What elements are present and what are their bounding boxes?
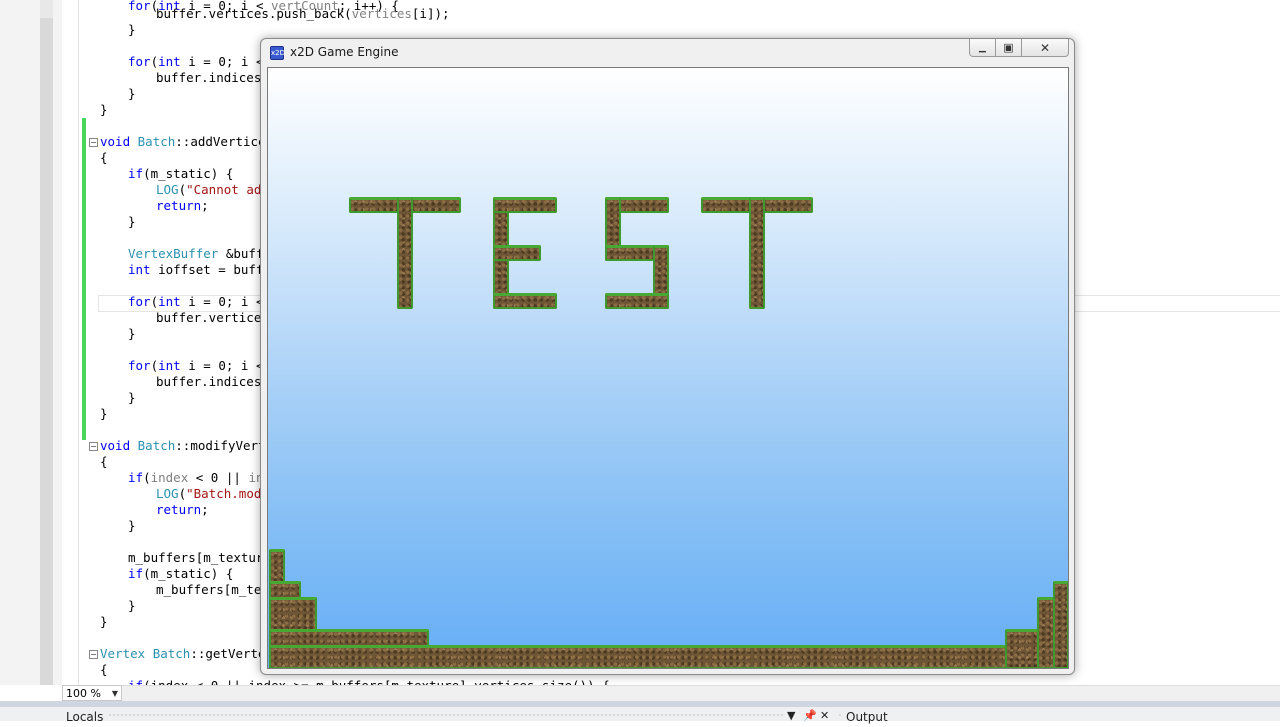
output-panel-title[interactable]: Output [846, 707, 888, 727]
code-line: { [100, 662, 108, 677]
letter-e-bottom [493, 293, 557, 309]
app-icon: x2D [270, 46, 285, 60]
code-line: return; [156, 198, 209, 213]
code-line: for(int i = 0; i < [128, 358, 271, 373]
code-line: buffer.indices. [156, 70, 269, 85]
vertical-scrollbar-track[interactable] [40, 0, 53, 18]
code-line: } [128, 390, 136, 405]
code-line: void Batch::modifyVerte [100, 438, 274, 453]
code-line: VertexBuffer &buffe [128, 246, 271, 261]
code-line: int ioffset = buffe [128, 262, 271, 277]
code-line: } [128, 86, 136, 101]
code-line: buffer.vertices [156, 310, 269, 325]
vertical-scrollbar-thumb[interactable] [40, 18, 53, 685]
code-line: LOG("Cannot add [156, 182, 269, 197]
minimize-icon: ▁ [979, 42, 986, 53]
code-line: { [100, 150, 108, 165]
letter-e-top [493, 197, 557, 213]
letter-t2-stem [749, 197, 765, 309]
close-button[interactable]: ✕ [1022, 39, 1069, 57]
locals-panel-title[interactable]: Locals [66, 707, 103, 727]
horizontal-scrollbar[interactable] [122, 685, 1280, 702]
code-line: } [100, 614, 108, 629]
code-line: } [100, 102, 108, 117]
code-line: if(index < 0 || ind [128, 470, 271, 485]
code-line: Vertex Batch::getVertex [100, 646, 274, 661]
game-window[interactable]: x2D x2D Game Engine ▁ ▣ ✕ [260, 38, 1075, 675]
letter-t-stem [397, 197, 413, 309]
code-line: buffer.vertices.push_back(vertices[i]); [156, 6, 450, 21]
collapse-icon[interactable]: − [89, 442, 98, 451]
minimize-button[interactable]: ▁ [969, 39, 996, 57]
code-line: m_buffers[m_texture [128, 550, 271, 565]
maximize-button[interactable]: ▣ [996, 39, 1022, 57]
collapse-icon[interactable]: − [89, 138, 98, 147]
zoom-dropdown[interactable]: 100 % ▼ [62, 685, 122, 701]
code-line: for(int i = 0; i < [128, 294, 271, 309]
close-icon[interactable]: ✕ [820, 709, 829, 722]
dropdown-icon[interactable]: ▼ [787, 709, 795, 722]
chevron-down-icon: ▼ [111, 689, 118, 698]
caption-buttons: ▁ ▣ ✕ [969, 39, 1069, 59]
code-line: { [100, 454, 108, 469]
maximize-icon: ▣ [1003, 41, 1014, 54]
code-line: LOG("Batch.modi [156, 486, 269, 501]
letter-s-bottom [605, 293, 669, 309]
change-indicator [82, 432, 86, 440]
code-line: } [128, 326, 136, 341]
terrain-right-2 [1053, 581, 1068, 668]
change-indicator [82, 118, 86, 440]
code-line: } [128, 22, 136, 37]
zoom-level: 100 % [66, 687, 101, 700]
code-line: if(m_static) { [128, 166, 234, 181]
game-viewport[interactable] [267, 67, 1069, 669]
code-line: } [128, 518, 136, 533]
terrain-floor [269, 645, 1068, 668]
code-line: buffer.indices. [156, 374, 269, 389]
locals-panel-grip[interactable] [108, 713, 784, 717]
code-line: } [128, 598, 136, 613]
window-title: x2D Game Engine [290, 45, 399, 59]
letter-e-middle [493, 245, 541, 261]
code-line: return; [156, 502, 209, 517]
code-line: void Batch::addVertices [100, 134, 274, 149]
code-line: for(int i = 0; i < [128, 54, 271, 69]
pin-icon[interactable]: 📌 [803, 709, 817, 722]
editor-margin-line [78, 0, 79, 685]
code-line: } [128, 214, 136, 229]
close-icon: ✕ [1039, 40, 1051, 55]
window-titlebar[interactable]: x2D x2D Game Engine ▁ ▣ ✕ [261, 39, 1074, 67]
code-line: m_buffers[m_tex [156, 582, 269, 597]
output-panel-grip[interactable] [838, 713, 842, 717]
code-line: if(m_static) { [128, 566, 234, 581]
code-line: } [100, 406, 108, 421]
collapse-icon[interactable]: − [89, 650, 98, 659]
